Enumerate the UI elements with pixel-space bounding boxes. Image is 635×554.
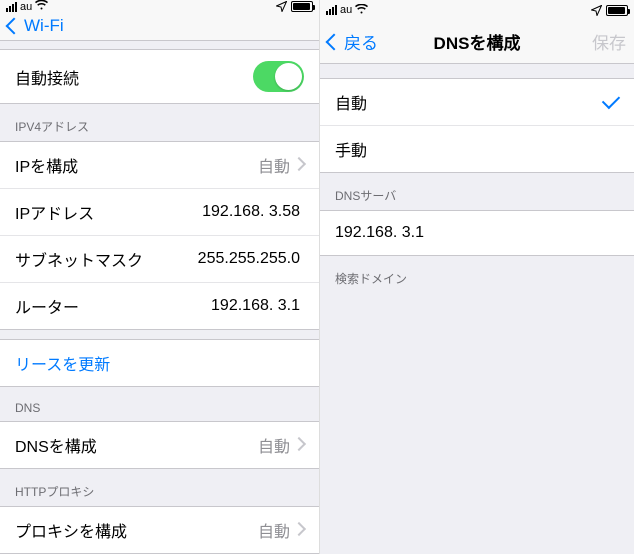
auto-join-toggle[interactable] [253,61,304,92]
back-button[interactable]: 戻る [328,29,378,54]
chevron-right-icon [294,521,304,539]
renew-lease-row[interactable]: リースを更新 [0,340,319,386]
subnet-mask-row: サブネットマスク 255.255.255.0 [0,236,319,283]
dns-server-row: 192.168. 3.1 [320,211,634,255]
battery-icon [291,1,313,12]
checkmark-icon [602,91,620,109]
location-icon [591,5,602,16]
configure-dns-row[interactable]: DNSを構成 自動 [0,422,319,468]
wifi-icon [35,0,48,13]
ip-address-row: IPアドレス 192.168. 3.58 [0,189,319,236]
configure-proxy-row[interactable]: プロキシを構成 自動 [0,507,319,553]
dns-option-automatic[interactable]: 自動 [320,79,634,126]
status-bar: au [320,0,634,20]
signal-strength-icon [6,2,17,12]
dns-servers-header: DNSサーバ [320,173,634,210]
configure-ip-row[interactable]: IPを構成 自動 [0,142,319,189]
chevron-right-icon [294,156,304,174]
location-icon [276,1,287,12]
wifi-detail-screen: au Wi-Fi 自動接続 IPV4アドレス IPを構成 自動 IPアドレス [0,0,320,554]
back-label: 戻る [344,29,378,54]
http-proxy-header: HTTPプロキシ [0,469,319,506]
back-label: Wi-Fi [24,16,64,36]
save-button[interactable]: 保存 [592,29,626,54]
nav-bar: 戻る DNSを構成 保存 [320,20,634,64]
signal-strength-icon [326,5,337,15]
dns-header: DNS [0,387,319,421]
search-domains-header: 検索ドメイン [320,256,634,293]
auto-join-label: 自動接続 [15,65,253,89]
ipv4-header: IPV4アドレス [0,104,319,141]
battery-icon [606,5,628,16]
back-button[interactable]: Wi-Fi [8,16,64,36]
nav-bar: Wi-Fi [0,13,319,41]
wifi-icon [355,4,368,17]
auto-join-row: 自動接続 [0,50,319,103]
status-bar: au [0,0,319,13]
configure-dns-screen: au 戻る DNSを構成 保存 自動 手動 DNSサーバ 192.168. 3.… [320,0,634,554]
router-row: ルーター 192.168. 3.1 [0,283,319,329]
carrier-label: au [340,4,352,16]
carrier-label: au [20,1,32,13]
chevron-right-icon [294,436,304,454]
dns-option-manual[interactable]: 手動 [320,126,634,172]
